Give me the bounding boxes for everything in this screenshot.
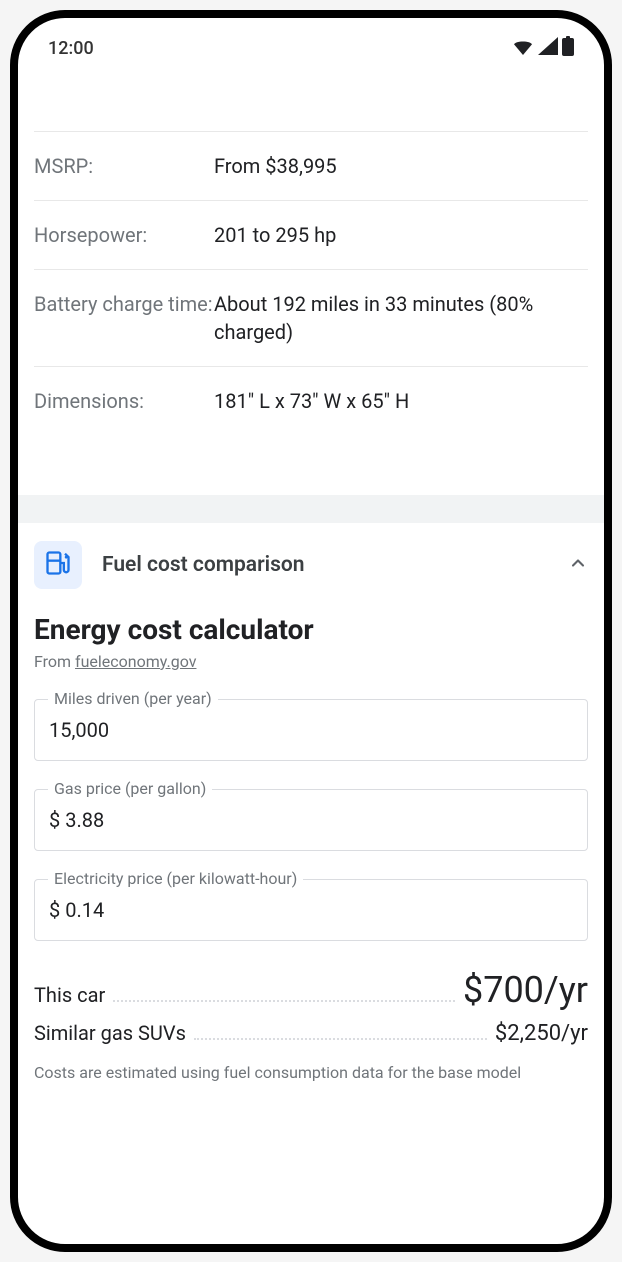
electricity-input-group: Electricity price (per kilowatt-hour): [34, 879, 588, 941]
wifi-icon: [512, 37, 534, 60]
source-link[interactable]: fueleconomy.gov: [75, 652, 196, 671]
spec-label: Battery charge time:: [34, 290, 214, 346]
spec-value: 181" L x 73" W x 65" H: [214, 387, 588, 415]
result-value: $700/yr: [463, 969, 588, 1011]
cellular-icon: [538, 37, 558, 60]
fuel-pump-icon: [44, 549, 72, 581]
fuel-header-title: Fuel cost comparison: [102, 553, 548, 577]
fuel-icon-box: [34, 541, 82, 589]
spec-row-horsepower: Horsepower: 201 to 295 hp: [34, 200, 588, 269]
spec-value: About 192 miles in 33 minutes (80% charg…: [214, 290, 588, 346]
gas-input[interactable]: [34, 789, 588, 851]
specs-table: MSRP: From $38,995 Horsepower: 201 to 29…: [18, 131, 604, 435]
result-this-car: This car $700/yr: [34, 969, 588, 1011]
result-label: This car: [34, 983, 105, 1007]
gas-input-group: Gas price (per gallon): [34, 789, 588, 851]
content-area[interactable]: MSRP: From $38,995 Horsepower: 201 to 29…: [18, 71, 604, 1084]
section-divider: [18, 495, 604, 523]
fuel-cost-section: Fuel cost comparison Energy cost calcula…: [18, 523, 604, 1084]
spec-value: 201 to 295 hp: [214, 221, 588, 249]
spec-row-dimensions: Dimensions: 181" L x 73" W x 65" H: [34, 366, 588, 435]
status-time: 12:00: [48, 38, 94, 59]
spec-label: Horsepower:: [34, 221, 214, 249]
result-dots: [194, 1038, 487, 1040]
result-value: $2,250/yr: [495, 1021, 588, 1046]
spec-label: MSRP:: [34, 152, 214, 180]
spec-value: From $38,995: [214, 152, 588, 180]
electricity-input[interactable]: [34, 879, 588, 941]
status-icons: [512, 36, 574, 61]
calculator-title: Energy cost calculator: [34, 613, 588, 646]
spec-label: Dimensions:: [34, 387, 214, 415]
chevron-up-icon[interactable]: [568, 553, 588, 577]
battery-icon: [562, 36, 574, 61]
fuel-header[interactable]: Fuel cost comparison: [34, 541, 588, 613]
miles-label: Miles driven (per year): [48, 689, 218, 708]
miles-input-group: Miles driven (per year): [34, 699, 588, 761]
miles-input[interactable]: [34, 699, 588, 761]
result-similar: Similar gas SUVs $2,250/yr: [34, 1021, 588, 1046]
calculator-source: From fueleconomy.gov: [34, 652, 588, 671]
phone-frame: 12:00 MSRP: From $38,995 Horsepower: 201…: [10, 10, 612, 1252]
footnote: Costs are estimated using fuel consumpti…: [34, 1062, 588, 1084]
gas-label: Gas price (per gallon): [48, 779, 212, 798]
electricity-label: Electricity price (per kilowatt-hour): [48, 869, 303, 888]
result-label: Similar gas SUVs: [34, 1021, 186, 1045]
spec-row-battery: Battery charge time: About 192 miles in …: [34, 269, 588, 366]
spec-row-msrp: MSRP: From $38,995: [34, 131, 588, 200]
result-dots: [113, 1000, 455, 1002]
status-bar: 12:00: [18, 18, 604, 71]
